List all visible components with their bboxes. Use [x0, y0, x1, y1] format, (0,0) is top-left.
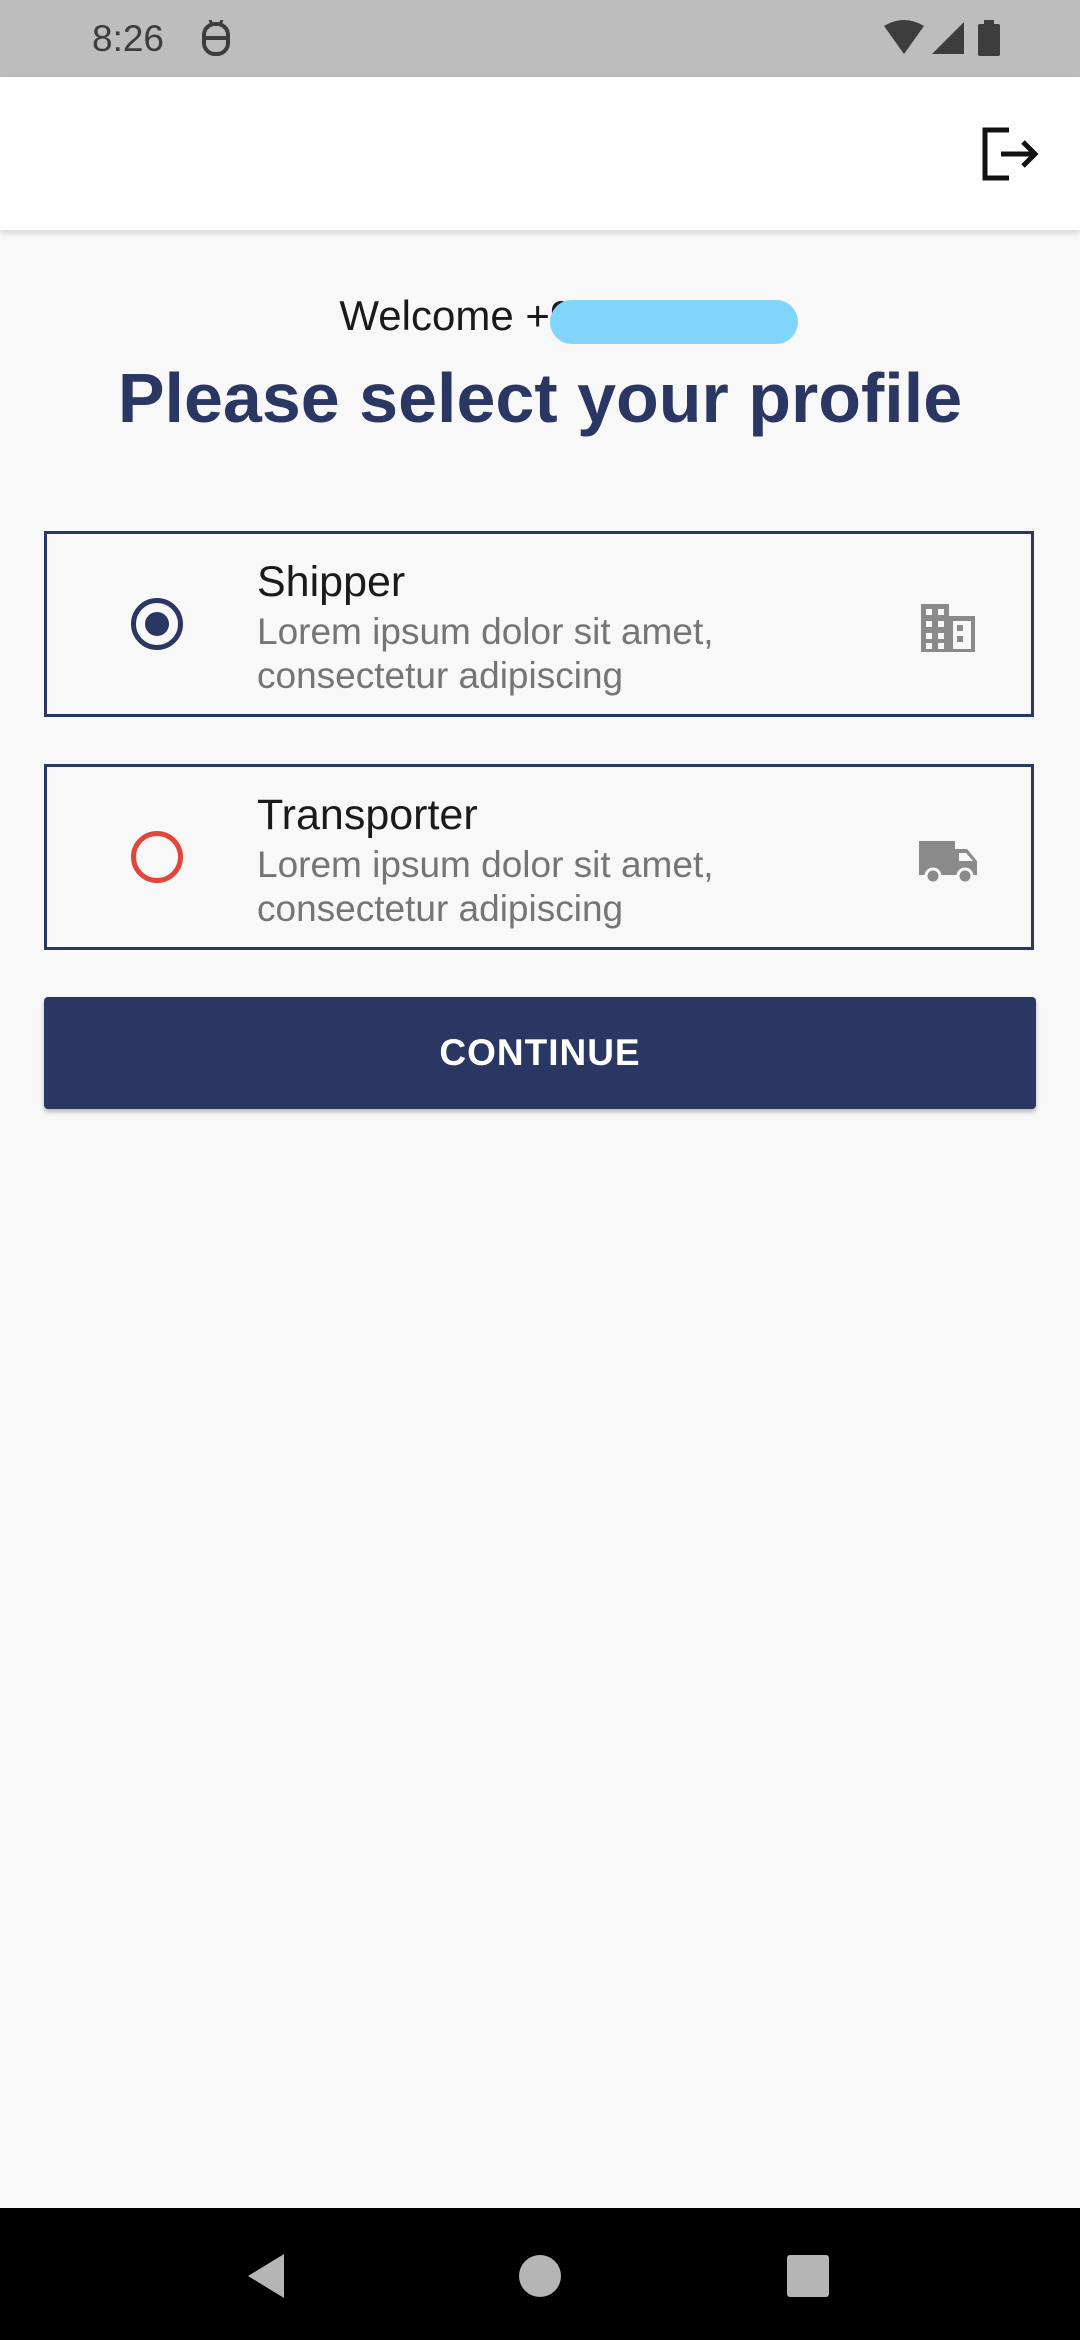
page-title: Please select your profile — [117, 359, 963, 437]
welcome-row: Welcome +91- — [0, 292, 1080, 352]
home-icon[interactable] — [512, 2248, 568, 2304]
navigation-bar — [0, 2208, 1080, 2340]
radio-transporter[interactable] — [131, 831, 183, 883]
building-icon — [917, 596, 979, 658]
option-transporter[interactable]: Transporter Lorem ipsum dolor sit amet, … — [44, 764, 1034, 950]
radio-shipper[interactable] — [131, 598, 183, 650]
logout-icon — [982, 127, 1039, 181]
robot-icon — [200, 19, 232, 58]
status-bar: 8:26 — [0, 0, 1080, 77]
logout-button[interactable] — [978, 121, 1044, 187]
status-time: 8:26 — [92, 18, 165, 59]
wifi-icon — [884, 20, 924, 54]
option-title: Transporter — [257, 791, 478, 839]
continue-button[interactable]: CONTINUE — [44, 997, 1036, 1109]
screen: 8:26 Welcome +91- Please select your pro… — [0, 0, 1080, 2340]
back-icon[interactable] — [240, 2248, 296, 2304]
truck-icon — [917, 829, 979, 891]
option-description: Lorem ipsum dolor sit amet, consectetur … — [257, 611, 714, 696]
option-title: Shipper — [257, 558, 406, 606]
status-icons — [884, 20, 1014, 58]
battery-icon — [978, 20, 1000, 56]
option-description: Lorem ipsum dolor sit amet, consectetur … — [257, 844, 714, 929]
app-bar — [0, 77, 1080, 230]
redacted-phone-number — [550, 300, 798, 344]
signal-icon — [932, 22, 964, 54]
recents-icon[interactable] — [780, 2248, 836, 2304]
option-shipper[interactable]: Shipper Lorem ipsum dolor sit amet, cons… — [44, 531, 1034, 717]
